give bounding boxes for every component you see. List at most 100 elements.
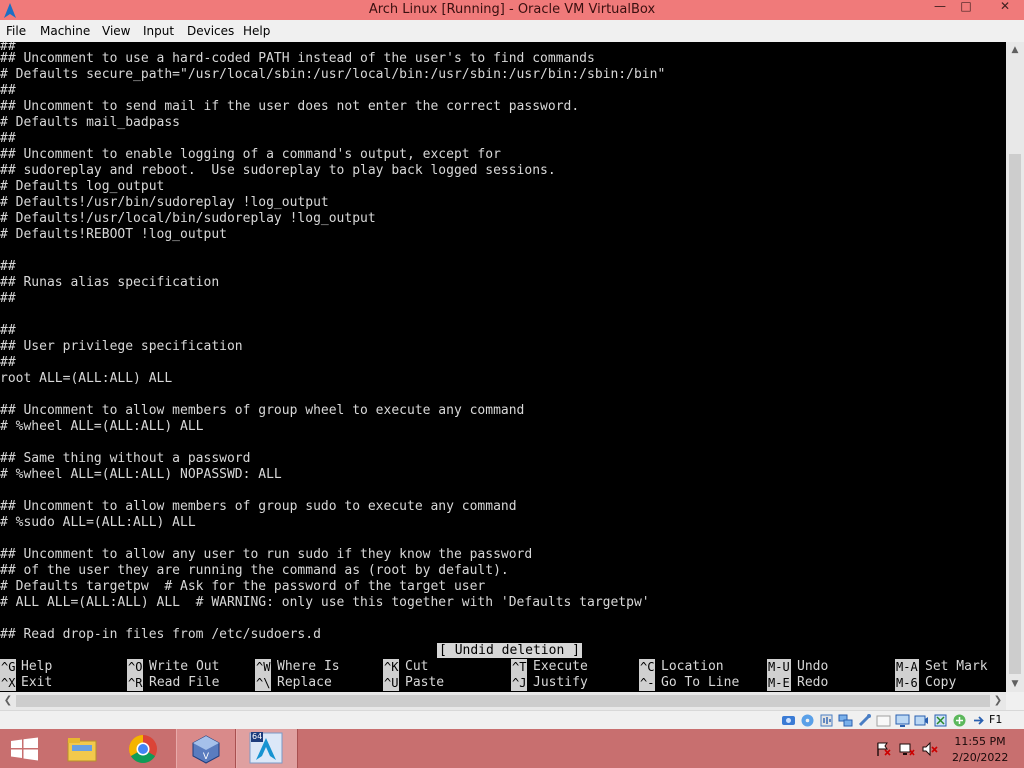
shortcut-key-write-out: ^O: [127, 659, 144, 675]
terminal-line: # %sudo ALL=(ALL:ALL) ALL: [0, 515, 196, 530]
terminal-line: root ALL=(ALL:ALL) ALL: [0, 371, 173, 386]
menu-machine[interactable]: Machine: [40, 24, 90, 38]
nano-status-message: [ Undid deletion ]: [437, 643, 582, 658]
menu-devices[interactable]: Devices: [187, 24, 234, 38]
action-center-flag-icon[interactable]: [875, 741, 891, 757]
shortcut-label-replace: Replace: [277, 675, 332, 690]
mouse-integration-icon[interactable]: [952, 713, 967, 728]
shortcut-label-copy: Copy: [925, 675, 957, 690]
svg-text:V: V: [203, 752, 210, 762]
start-button[interactable]: [0, 729, 50, 768]
shortcut-label-write-out: Write Out: [149, 659, 220, 674]
terminal-line: ## User privilege specification: [0, 339, 243, 354]
terminal-line: # Defaults!/usr/bin/sudoreplay !log_outp…: [0, 195, 329, 210]
shortcut-label-redo: Redo: [797, 675, 829, 690]
terminal-line: ## Uncomment to allow any user to run su…: [0, 547, 533, 562]
shortcut-label-cut: Cut: [405, 659, 429, 674]
horizontal-scroll-thumb[interactable]: [16, 695, 990, 707]
terminal-line: ##: [0, 291, 16, 306]
terminal-line: ## Uncomment to enable logging of a comm…: [0, 147, 501, 162]
vm-screen-terminal[interactable]: ## ## Uncomment to use a hard-coded PATH…: [0, 42, 1006, 692]
scroll-up-arrow-icon[interactable]: ▲: [1006, 42, 1024, 58]
network-tray-icon[interactable]: [899, 741, 915, 757]
shortcut-key-undo: M-U: [767, 659, 791, 675]
terminal-line: ## Uncomment to send mail if the user do…: [0, 99, 580, 114]
shortcut-label-set-mark: Set Mark: [925, 659, 988, 674]
arch-linux-vm-button[interactable]: 64: [236, 729, 298, 768]
terminal-line: ## Same thing without a password: [0, 451, 251, 466]
menu-file[interactable]: File: [6, 24, 26, 38]
network-icon[interactable]: [838, 713, 853, 728]
shortcut-label-execute: Execute: [533, 659, 588, 674]
menu-help[interactable]: Help: [243, 24, 270, 38]
chrome-button[interactable]: [118, 729, 168, 768]
terminal-line: # Defaults!/usr/local/bin/sudoreplay !lo…: [0, 211, 376, 226]
windows-taskbar: V 64 11:55 PM 2/20/2022: [0, 729, 1024, 768]
volume-muted-icon[interactable]: [922, 741, 938, 757]
terminal-line: ## Read drop-in files from /etc/sudoers.…: [0, 627, 321, 642]
shortcut-key-where-is: ^W: [255, 659, 272, 675]
shortcut-label-exit: Exit: [21, 675, 53, 690]
vm-status-bar: F1: [0, 710, 1024, 730]
usb-icon[interactable]: [857, 713, 872, 728]
minimize-button[interactable]: —: [926, 0, 954, 20]
shortcut-label-go-to-line: Go To Line: [661, 675, 740, 690]
scroll-right-arrow-icon[interactable]: ❯: [990, 692, 1006, 710]
shortcut-key-location: ^C: [639, 659, 656, 675]
shortcut-label-read-file: Read File: [149, 675, 220, 690]
terminal-line: ## Uncomment to use a hard-coded PATH in…: [0, 51, 595, 66]
terminal-line: ##: [0, 83, 16, 98]
terminal-line: # %wheel ALL=(ALL:ALL) ALL: [0, 419, 204, 434]
recording-icon[interactable]: [914, 713, 929, 728]
shortcut-key-copy: M-6: [895, 675, 919, 691]
shortcut-label-where-is: Where Is: [277, 659, 340, 674]
terminal-line: ## Uncomment to allow members of group w…: [0, 403, 525, 418]
menu-view[interactable]: View: [102, 24, 130, 38]
arch-architecture-badge: 64: [251, 732, 264, 742]
terminal-line: ## Uncomment to allow members of group s…: [0, 499, 517, 514]
scroll-left-arrow-icon[interactable]: ❮: [0, 692, 16, 710]
hard-disk-icon[interactable]: [781, 713, 796, 728]
shortcut-key-redo: M-E: [767, 675, 791, 691]
terminal-line: # Defaults mail_badpass: [0, 115, 181, 130]
optical-drive-icon[interactable]: [800, 713, 815, 728]
terminal-line: # Defaults log_output: [0, 179, 165, 194]
terminal-line: ##: [0, 323, 16, 338]
host-key-label: F1: [989, 713, 1003, 726]
display-icon[interactable]: [895, 713, 910, 728]
scroll-down-arrow-icon[interactable]: ▼: [1006, 676, 1024, 692]
terminal-line: ## sudoreplay and reboot. Use sudoreplay…: [0, 163, 556, 178]
vertical-scroll-thumb[interactable]: [1009, 154, 1021, 674]
virtualbox-button[interactable]: V: [176, 729, 236, 768]
close-button[interactable]: ✕: [988, 0, 1022, 20]
chrome-icon: [129, 735, 157, 763]
clock-date[interactable]: 2/20/2022: [952, 751, 1008, 764]
shortcut-key-paste: ^U: [383, 675, 400, 691]
host-key-arrow-icon[interactable]: [971, 713, 986, 728]
terminal-line: # Defaults secure_path="/usr/local/sbin:…: [0, 67, 666, 82]
windows-logo-icon: [11, 737, 38, 761]
shortcut-label-location: Location: [661, 659, 724, 674]
cpu-icon[interactable]: [933, 713, 948, 728]
shortcut-label-justify: Justify: [533, 675, 588, 690]
audio-icon[interactable]: [819, 713, 834, 728]
menu-input[interactable]: Input: [143, 24, 174, 38]
terminal-line: ##: [0, 259, 16, 274]
vertical-scrollbar[interactable]: ▲ ▼: [1006, 42, 1024, 692]
shortcut-key-exit: ^X: [0, 675, 17, 691]
terminal-line: # ALL ALL=(ALL:ALL) ALL # WARNING: only …: [0, 595, 650, 610]
window-title: Arch Linux [Running] - Oracle VM Virtual…: [368, 2, 656, 17]
terminal-line: ## Runas alias specification: [0, 275, 220, 290]
file-explorer-button[interactable]: [58, 729, 106, 768]
shortcut-key-read-file: ^R: [127, 675, 144, 691]
horizontal-scrollbar[interactable]: ❮ ❯: [0, 692, 1006, 710]
maximize-button[interactable]: □: [952, 0, 980, 20]
clock-time[interactable]: 11:55 PM: [952, 735, 1008, 748]
terminal-line: ##: [0, 131, 16, 146]
shared-folders-icon[interactable]: [876, 713, 891, 728]
virtualbox-icon: V: [192, 735, 220, 764]
file-explorer-icon: [67, 738, 97, 762]
shortcut-key-set-mark: M-A: [895, 659, 919, 675]
menu-bar: File Machine View Input Devices Help: [0, 20, 1024, 42]
terminal-line: ## of the user they are running the comm…: [0, 563, 509, 578]
